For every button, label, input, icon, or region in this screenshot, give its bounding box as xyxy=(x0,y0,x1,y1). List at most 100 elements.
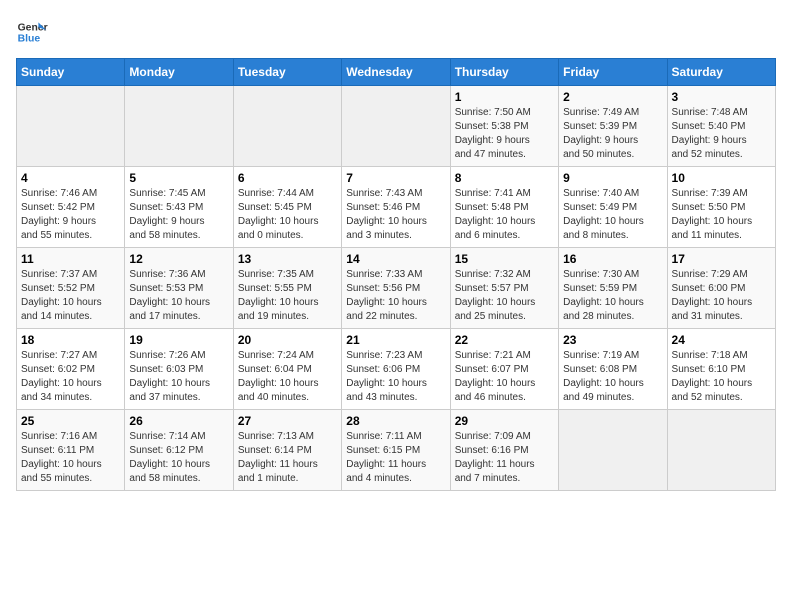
day-info: Sunrise: 7:27 AM Sunset: 6:02 PM Dayligh… xyxy=(21,349,120,405)
svg-text:Blue: Blue xyxy=(18,34,41,45)
calendar-cell: 22 Sunrise: 7:21 AM Sunset: 6:07 PM Dayli… xyxy=(450,329,558,410)
calendar-cell: 12 Sunrise: 7:36 AM Sunset: 5:53 PM Dayli… xyxy=(125,248,233,329)
calendar-cell: 13 Sunrise: 7:35 AM Sunset: 5:55 PM Dayli… xyxy=(233,248,341,329)
calendar-cell: 20Sunrise: 7:24 AM Sunset: 6:04 PM Dayli… xyxy=(233,329,341,410)
calendar-cell: 25 Sunrise: 7:16 AM Sunset: 6:11 PM Dayli… xyxy=(17,410,125,491)
day-info: Sunrise: 7:37 AM Sunset: 5:52 PM Dayligh… xyxy=(21,268,120,324)
day-number: 15 xyxy=(455,252,554,266)
day-info: Sunrise: 7:41 AM Sunset: 5:48 PM Dayligh… xyxy=(455,187,554,243)
day-number: 1 xyxy=(455,90,554,104)
day-number: 2 xyxy=(563,90,662,104)
day-number: 29 xyxy=(455,414,554,428)
calendar-cell: 10Sunrise: 7:39 AM Sunset: 5:50 PM Dayli… xyxy=(667,167,775,248)
calendar-cell: 1 Sunrise: 7:50 AM Sunset: 5:38 PM Daylig… xyxy=(450,86,558,167)
day-info: Sunrise: 7:30 AM Sunset: 5:59 PM Dayligh… xyxy=(563,268,662,324)
day-number: 23 xyxy=(563,333,662,347)
day-info: Sunrise: 7:49 AM Sunset: 5:39 PM Dayligh… xyxy=(563,106,662,162)
week-row-4: 18 Sunrise: 7:27 AM Sunset: 6:02 PM Dayli… xyxy=(17,329,776,410)
day-number: 18 xyxy=(21,333,120,347)
day-number: 10 xyxy=(672,171,771,185)
day-number: 25 xyxy=(21,414,120,428)
weekday-header-thursday: Thursday xyxy=(450,59,558,86)
calendar-cell: 16 Sunrise: 7:30 AM Sunset: 5:59 PM Dayli… xyxy=(559,248,667,329)
calendar-cell xyxy=(17,86,125,167)
day-info: Sunrise: 7:29 AM Sunset: 6:00 PM Dayligh… xyxy=(672,268,771,324)
day-number: 24 xyxy=(672,333,771,347)
calendar-cell: 15 Sunrise: 7:32 AM Sunset: 5:57 PM Dayli… xyxy=(450,248,558,329)
day-number: 16 xyxy=(563,252,662,266)
day-info: Sunrise: 7:48 AM Sunset: 5:40 PM Dayligh… xyxy=(672,106,771,162)
day-info: Sunrise: 7:26 AM Sunset: 6:03 PM Dayligh… xyxy=(129,349,228,405)
calendar-cell: 19 Sunrise: 7:26 AM Sunset: 6:03 PM Dayli… xyxy=(125,329,233,410)
day-info: Sunrise: 7:24 AM Sunset: 6:04 PM Dayligh… xyxy=(238,349,337,405)
day-info: Sunrise: 7:50 AM Sunset: 5:38 PM Dayligh… xyxy=(455,106,554,162)
day-info: Sunrise: 7:09 AM Sunset: 6:16 PM Dayligh… xyxy=(455,430,554,486)
calendar-cell xyxy=(559,410,667,491)
calendar-cell: 14 Sunrise: 7:33 AM Sunset: 5:56 PM Dayli… xyxy=(342,248,450,329)
calendar-cell: 6Sunrise: 7:44 AM Sunset: 5:45 PM Daylig… xyxy=(233,167,341,248)
week-row-1: 1 Sunrise: 7:50 AM Sunset: 5:38 PM Daylig… xyxy=(17,86,776,167)
day-number: 12 xyxy=(129,252,228,266)
day-number: 4 xyxy=(21,171,120,185)
calendar-cell: 7Sunrise: 7:43 AM Sunset: 5:46 PM Daylig… xyxy=(342,167,450,248)
calendar-cell: 29 Sunrise: 7:09 AM Sunset: 6:16 PM Dayli… xyxy=(450,410,558,491)
day-number: 11 xyxy=(21,252,120,266)
weekday-header-sunday: Sunday xyxy=(17,59,125,86)
day-number: 3 xyxy=(672,90,771,104)
day-info: Sunrise: 7:43 AM Sunset: 5:46 PM Dayligh… xyxy=(346,187,445,243)
calendar-cell: 11 Sunrise: 7:37 AM Sunset: 5:52 PM Dayli… xyxy=(17,248,125,329)
logo-icon: General Blue xyxy=(16,16,48,48)
calendar-cell: 24 Sunrise: 7:18 AM Sunset: 6:10 PM Dayli… xyxy=(667,329,775,410)
calendar-cell: 2 Sunrise: 7:49 AM Sunset: 5:39 PM Daylig… xyxy=(559,86,667,167)
day-number: 5 xyxy=(129,171,228,185)
day-info: Sunrise: 7:13 AM Sunset: 6:14 PM Dayligh… xyxy=(238,430,337,486)
day-info: Sunrise: 7:19 AM Sunset: 6:08 PM Dayligh… xyxy=(563,349,662,405)
day-info: Sunrise: 7:33 AM Sunset: 5:56 PM Dayligh… xyxy=(346,268,445,324)
calendar-cell: 18 Sunrise: 7:27 AM Sunset: 6:02 PM Dayli… xyxy=(17,329,125,410)
calendar-table: SundayMondayTuesdayWednesdayThursdayFrid… xyxy=(16,58,776,491)
day-number: 26 xyxy=(129,414,228,428)
day-number: 28 xyxy=(346,414,445,428)
day-number: 8 xyxy=(455,171,554,185)
day-number: 21 xyxy=(346,333,445,347)
day-number: 14 xyxy=(346,252,445,266)
calendar-cell: 9 Sunrise: 7:40 AM Sunset: 5:49 PM Daylig… xyxy=(559,167,667,248)
calendar-cell: 28 Sunrise: 7:11 AM Sunset: 6:15 PM Dayli… xyxy=(342,410,450,491)
weekday-header-row: SundayMondayTuesdayWednesdayThursdayFrid… xyxy=(17,59,776,86)
day-number: 19 xyxy=(129,333,228,347)
calendar-cell: 23 Sunrise: 7:19 AM Sunset: 6:08 PM Dayli… xyxy=(559,329,667,410)
day-info: Sunrise: 7:35 AM Sunset: 5:55 PM Dayligh… xyxy=(238,268,337,324)
calendar-cell xyxy=(342,86,450,167)
day-info: Sunrise: 7:23 AM Sunset: 6:06 PM Dayligh… xyxy=(346,349,445,405)
weekday-header-monday: Monday xyxy=(125,59,233,86)
weekday-header-tuesday: Tuesday xyxy=(233,59,341,86)
day-number: 6 xyxy=(238,171,337,185)
calendar-cell xyxy=(667,410,775,491)
day-info: Sunrise: 7:11 AM Sunset: 6:15 PM Dayligh… xyxy=(346,430,445,486)
day-info: Sunrise: 7:18 AM Sunset: 6:10 PM Dayligh… xyxy=(672,349,771,405)
day-number: 22 xyxy=(455,333,554,347)
day-info: Sunrise: 7:40 AM Sunset: 5:49 PM Dayligh… xyxy=(563,187,662,243)
day-number: 13 xyxy=(238,252,337,266)
calendar-cell xyxy=(233,86,341,167)
weekday-header-wednesday: Wednesday xyxy=(342,59,450,86)
day-info: Sunrise: 7:16 AM Sunset: 6:11 PM Dayligh… xyxy=(21,430,120,486)
calendar-cell: 21 Sunrise: 7:23 AM Sunset: 6:06 PM Dayli… xyxy=(342,329,450,410)
calendar-cell: 17Sunrise: 7:29 AM Sunset: 6:00 PM Dayli… xyxy=(667,248,775,329)
day-info: Sunrise: 7:14 AM Sunset: 6:12 PM Dayligh… xyxy=(129,430,228,486)
weekday-header-friday: Friday xyxy=(559,59,667,86)
calendar-cell: 27 Sunrise: 7:13 AM Sunset: 6:14 PM Dayli… xyxy=(233,410,341,491)
day-info: Sunrise: 7:32 AM Sunset: 5:57 PM Dayligh… xyxy=(455,268,554,324)
page-header: General Blue xyxy=(16,16,776,48)
calendar-cell: 26 Sunrise: 7:14 AM Sunset: 6:12 PM Dayli… xyxy=(125,410,233,491)
day-info: Sunrise: 7:21 AM Sunset: 6:07 PM Dayligh… xyxy=(455,349,554,405)
calendar-cell: 5Sunrise: 7:45 AM Sunset: 5:43 PM Daylig… xyxy=(125,167,233,248)
week-row-3: 11 Sunrise: 7:37 AM Sunset: 5:52 PM Dayli… xyxy=(17,248,776,329)
weekday-header-saturday: Saturday xyxy=(667,59,775,86)
day-info: Sunrise: 7:36 AM Sunset: 5:53 PM Dayligh… xyxy=(129,268,228,324)
calendar-cell xyxy=(125,86,233,167)
calendar-cell: 8 Sunrise: 7:41 AM Sunset: 5:48 PM Daylig… xyxy=(450,167,558,248)
week-row-5: 25 Sunrise: 7:16 AM Sunset: 6:11 PM Dayli… xyxy=(17,410,776,491)
day-number: 9 xyxy=(563,171,662,185)
day-number: 27 xyxy=(238,414,337,428)
